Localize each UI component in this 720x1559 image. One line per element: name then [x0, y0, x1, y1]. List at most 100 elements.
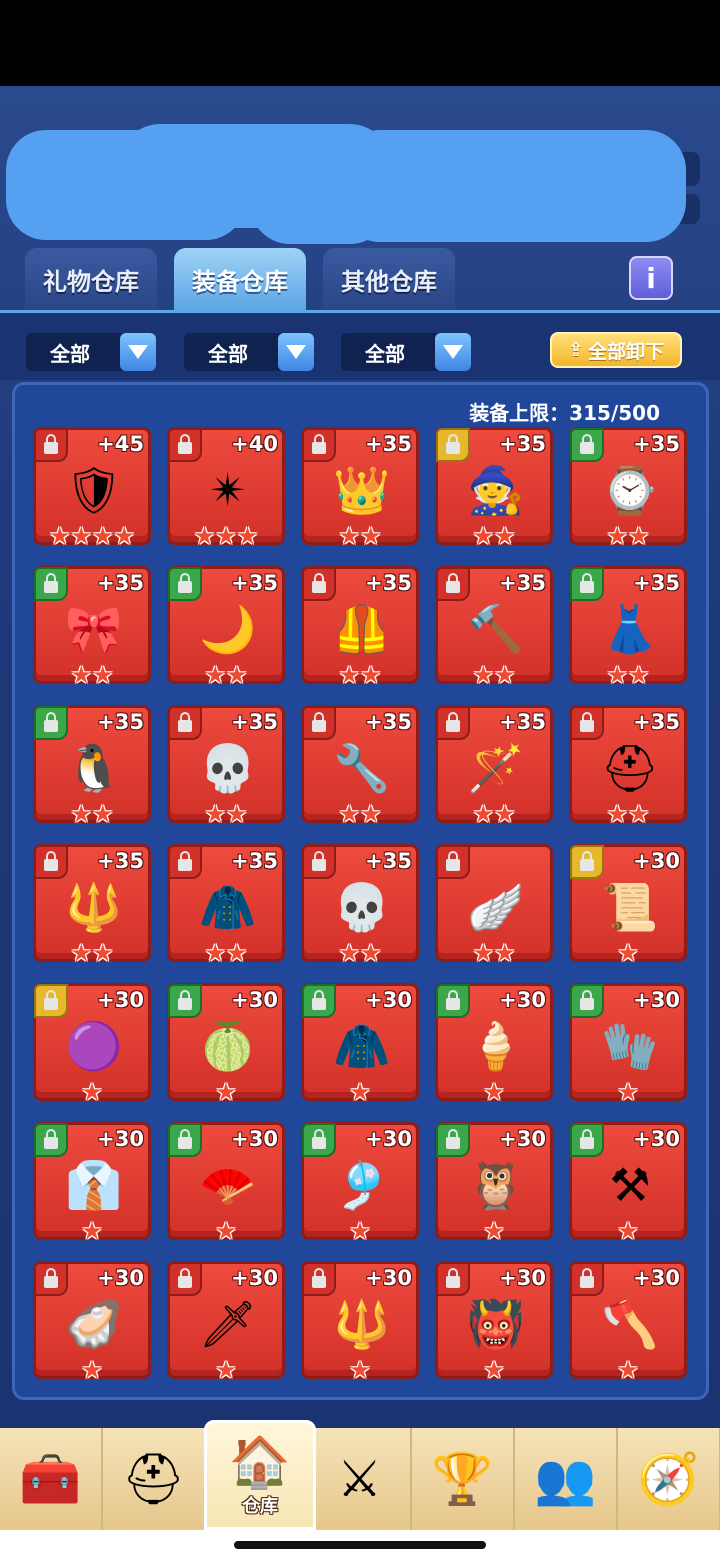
equipment-item[interactable]: +35 💀 ★ ★ [167, 705, 285, 828]
equipment-item[interactable]: +30 🍦 ★ [435, 983, 553, 1104]
filter-select-2[interactable]: 全部 [184, 333, 314, 371]
item-level: +35 [499, 710, 546, 734]
star-icon: ★ [92, 522, 114, 550]
nav-item-0[interactable]: 🧰 [0, 1428, 103, 1530]
star-icon: ★ [472, 800, 494, 828]
equipment-item[interactable]: +30 🎐 ★ [301, 1122, 419, 1245]
equipment-item[interactable]: +30 🔱 ★ [301, 1261, 419, 1382]
equipment-item[interactable]: +30 🦪 ★ [33, 1261, 151, 1382]
equipment-item[interactable]: +35 🧙 ★ ★ [435, 427, 553, 550]
equipment-item[interactable]: +35 🔧 ★ ★ [301, 705, 419, 828]
tab-1[interactable]: 装备仓库 [174, 248, 306, 310]
item-level: +35 [365, 710, 412, 734]
star-icon: ★ [204, 939, 226, 967]
equipment-icon: 🪽 [467, 879, 525, 934]
unequip-all-button[interactable]: ⇪ 全部卸下 [550, 332, 682, 368]
equipment-item[interactable]: +30 👹 ★ [435, 1261, 553, 1384]
status-bar [0, 0, 720, 86]
nav-item-5[interactable]: 👥 [515, 1428, 618, 1530]
equipment-item[interactable]: +30 📜 ★ [569, 844, 687, 965]
nav-item-2[interactable]: 🏠 仓库 [204, 1420, 316, 1530]
nav-item-6[interactable]: 🧭 [618, 1428, 720, 1530]
equipment-item[interactable]: +35 🎀 ★ ★ [33, 566, 151, 687]
star-icon: ★ [628, 522, 650, 550]
equipment-icon: 🟣 [65, 1018, 123, 1073]
equipment-item[interactable]: +30 🪓 ★ [569, 1261, 687, 1382]
equipment-item[interactable]: +35 🦺 ★ ★ [301, 566, 419, 687]
equipment-icon: 🗡 [198, 1296, 258, 1351]
equipment-item[interactable]: +35 🧥 ★ ★ [167, 844, 285, 967]
star-icon: ★ [494, 522, 516, 550]
equipment-item[interactable]: +30 🦉 ★ [435, 1122, 553, 1245]
tab-0[interactable]: 礼物仓库 [25, 248, 157, 310]
equipment-icon: 🍦 [467, 1018, 525, 1073]
star-icon: ★ [204, 800, 226, 828]
equipment-item[interactable]: +35 ⛑ ★ ★ [569, 705, 687, 826]
equipment-item[interactable]: +35 👑 ★ ★ [301, 427, 419, 550]
nav-icon: ⚔ [337, 1450, 382, 1508]
star-icon: ★ [70, 661, 92, 689]
star-icon: ★ [338, 800, 360, 828]
equipment-item[interactable]: +30 🧤 ★ [569, 983, 687, 1104]
star-icon: ★ [349, 1217, 371, 1245]
equipment-item[interactable]: +30 🍈 ★ [167, 983, 285, 1104]
item-level: +45 [97, 432, 144, 456]
nav-item-4[interactable]: 🏆 [412, 1428, 515, 1530]
item-level: +30 [365, 988, 412, 1012]
filter-select-1[interactable]: 全部 [26, 333, 156, 371]
equipment-icon: 🔧 [333, 740, 391, 795]
nav-item-1[interactable]: ⛑ [103, 1428, 206, 1530]
equipment-item[interactable]: +35 ⌚ ★ ★ [569, 427, 687, 550]
equipment-item[interactable]: +30 🗡 ★ [167, 1261, 285, 1382]
equipment-item[interactable]: +35 💀 ★ ★ [301, 844, 419, 965]
item-level: +35 [231, 571, 278, 595]
nav-item-3[interactable]: ⚔ [309, 1428, 412, 1530]
star-rating: ★ ★ [438, 941, 550, 965]
equipment-item[interactable]: +30 🟣 ★ [33, 983, 151, 1106]
equipment-icon: 🔱 [65, 879, 123, 934]
equipment-item[interactable]: +30 🧥 ★ [301, 983, 419, 1106]
item-level: +30 [633, 988, 680, 1012]
equipment-item[interactable]: +30 👔 ★ [33, 1122, 151, 1243]
star-rating: ★ [304, 1358, 416, 1382]
equipment-item[interactable]: +35 🪄 ★ ★ [435, 705, 553, 828]
star-icon: ★ [360, 522, 382, 550]
equipment-item[interactable]: +35 🐧 ★ ★ [33, 705, 151, 826]
equipment-item[interactable]: +35 🔱 ★ ★ [33, 844, 151, 965]
equipment-item[interactable]: +30 ⚒ ★ [569, 1122, 687, 1243]
star-icon: ★ [472, 661, 494, 689]
star-icon: ★ [360, 800, 382, 828]
item-level: +35 [365, 432, 412, 456]
filter-select-1-value: 全部 [50, 341, 90, 366]
star-icon: ★ [483, 1217, 505, 1245]
warehouse-screen: 礼物仓库 装备仓库 其他仓库 i 全部 全部 全部 ⇪ 全部卸下 装备上限：315/… [0, 86, 720, 1559]
item-level: +40 [231, 432, 278, 456]
equipment-item[interactable]: +35 🔨 ★ ★ [435, 566, 553, 689]
equipment-item[interactable]: +40 ✴ ★ ★ ★ [167, 427, 285, 550]
star-icon: ★ [204, 661, 226, 689]
info-button[interactable]: i [629, 256, 673, 300]
equipment-item[interactable]: +35 🌙 ★ ★ [167, 566, 285, 689]
nav-icon: ⛑ [121, 1449, 186, 1508]
chevron-down-icon [435, 333, 471, 371]
unequip-all-label: 全部卸下 [587, 340, 664, 363]
item-level: +30 [97, 1127, 144, 1151]
equipment-item[interactable]: +45 🛡 ★ ★ ★ ★ [33, 427, 151, 550]
star-rating: ★ ★ [36, 663, 148, 687]
star-rating: ★ [438, 1080, 550, 1104]
tab-2[interactable]: 其他仓库 [323, 248, 455, 310]
filter-select-3[interactable]: 全部 [341, 333, 471, 371]
item-level: +30 [231, 988, 278, 1012]
star-icon: ★ [48, 522, 71, 550]
home-indicator [0, 1530, 720, 1559]
star-icon: ★ [472, 522, 494, 550]
star-icon: ★ [193, 522, 216, 550]
equipment-item[interactable]: +30 🪭 ★ [167, 1122, 285, 1243]
equipment-icon: 👹 [467, 1296, 525, 1351]
equipment-item[interactable]: 🪽 ★ ★ [435, 844, 553, 965]
star-icon: ★ [81, 1078, 103, 1106]
star-icon: ★ [483, 1356, 505, 1384]
item-level: +35 [97, 849, 144, 873]
star-icon: ★ [349, 1078, 371, 1106]
equipment-item[interactable]: +35 👗 ★ ★ [569, 566, 687, 687]
